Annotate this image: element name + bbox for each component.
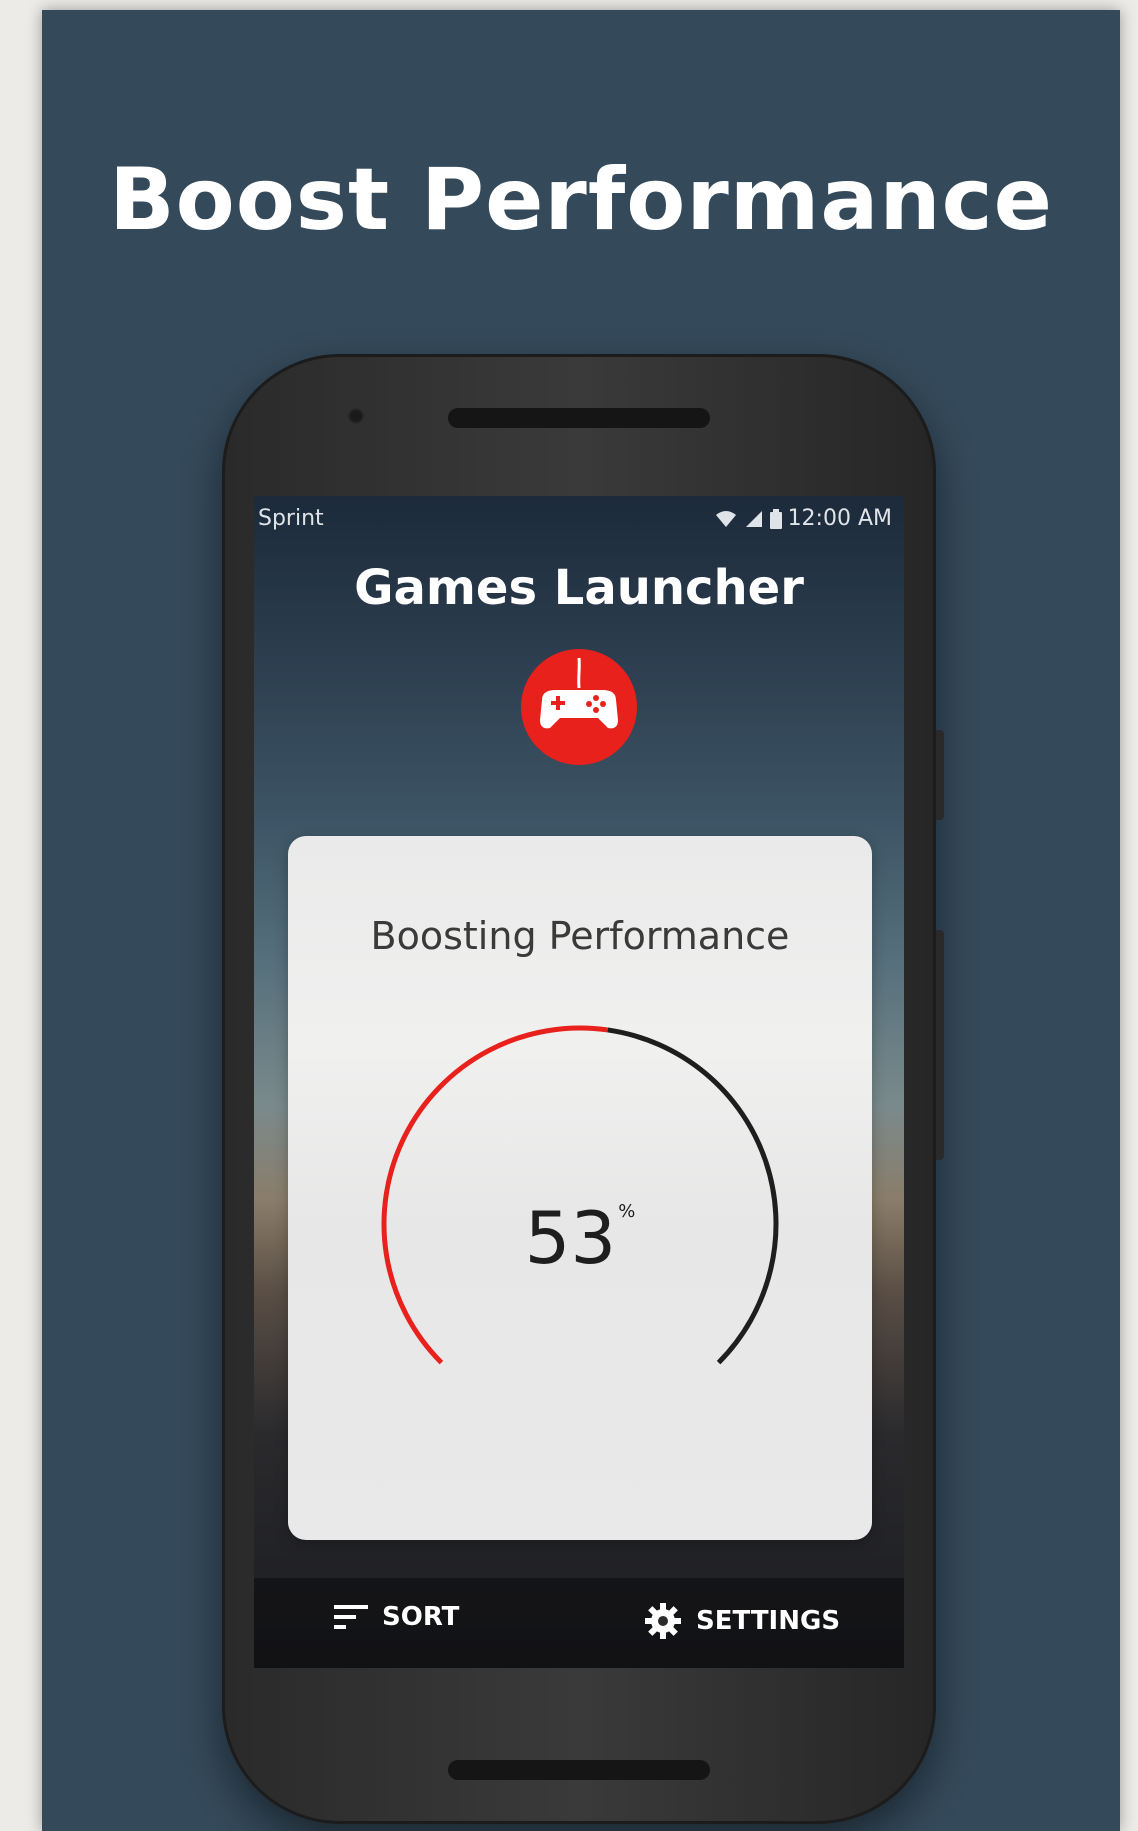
phone-mockup: Sprint 12:00 AM Games Launcher Boosting … (222, 354, 936, 1824)
promo-card: Boost Performance Sprint 12:00 AM Games … (42, 10, 1120, 1831)
sort-icon (334, 1605, 368, 1629)
settings-button[interactable]: SETTINGS (644, 1602, 840, 1640)
gauge-percent: 53 (524, 1196, 617, 1280)
boost-gauge: 53% (370, 1014, 790, 1434)
gamepad-icon (521, 649, 637, 765)
status-time: 12:00 AM (787, 506, 892, 531)
earpiece-speaker (448, 408, 710, 428)
battery-icon (769, 508, 782, 529)
bottom-speaker (448, 1760, 710, 1780)
carrier-label: Sprint (258, 506, 324, 531)
gauge-value: 53% (370, 1196, 790, 1280)
promo-headline: Boost Performance (109, 150, 1053, 250)
gear-icon (645, 1603, 681, 1639)
wifi-icon (715, 510, 736, 527)
app-title: Games Launcher (354, 560, 804, 616)
sort-label: SORT (382, 1602, 460, 1632)
boost-panel-title: Boosting Performance (370, 914, 790, 958)
status-bar: Sprint 12:00 AM (254, 496, 904, 540)
sort-button[interactable]: SORT (334, 1602, 459, 1632)
phone-power-button (936, 730, 944, 820)
settings-label: SETTINGS (696, 1606, 841, 1636)
bottom-bar: SORT SETTINGS (254, 1578, 904, 1668)
camera-icon (348, 408, 364, 424)
boost-panel: Boosting Performance 53% (288, 836, 872, 1540)
phone-screen: Sprint 12:00 AM Games Launcher Boosting … (254, 496, 904, 1668)
gauge-percent-unit: % (618, 1201, 636, 1222)
status-right: 12:00 AM (714, 506, 892, 531)
phone-volume-button (936, 930, 944, 1160)
signal-icon (745, 510, 762, 527)
